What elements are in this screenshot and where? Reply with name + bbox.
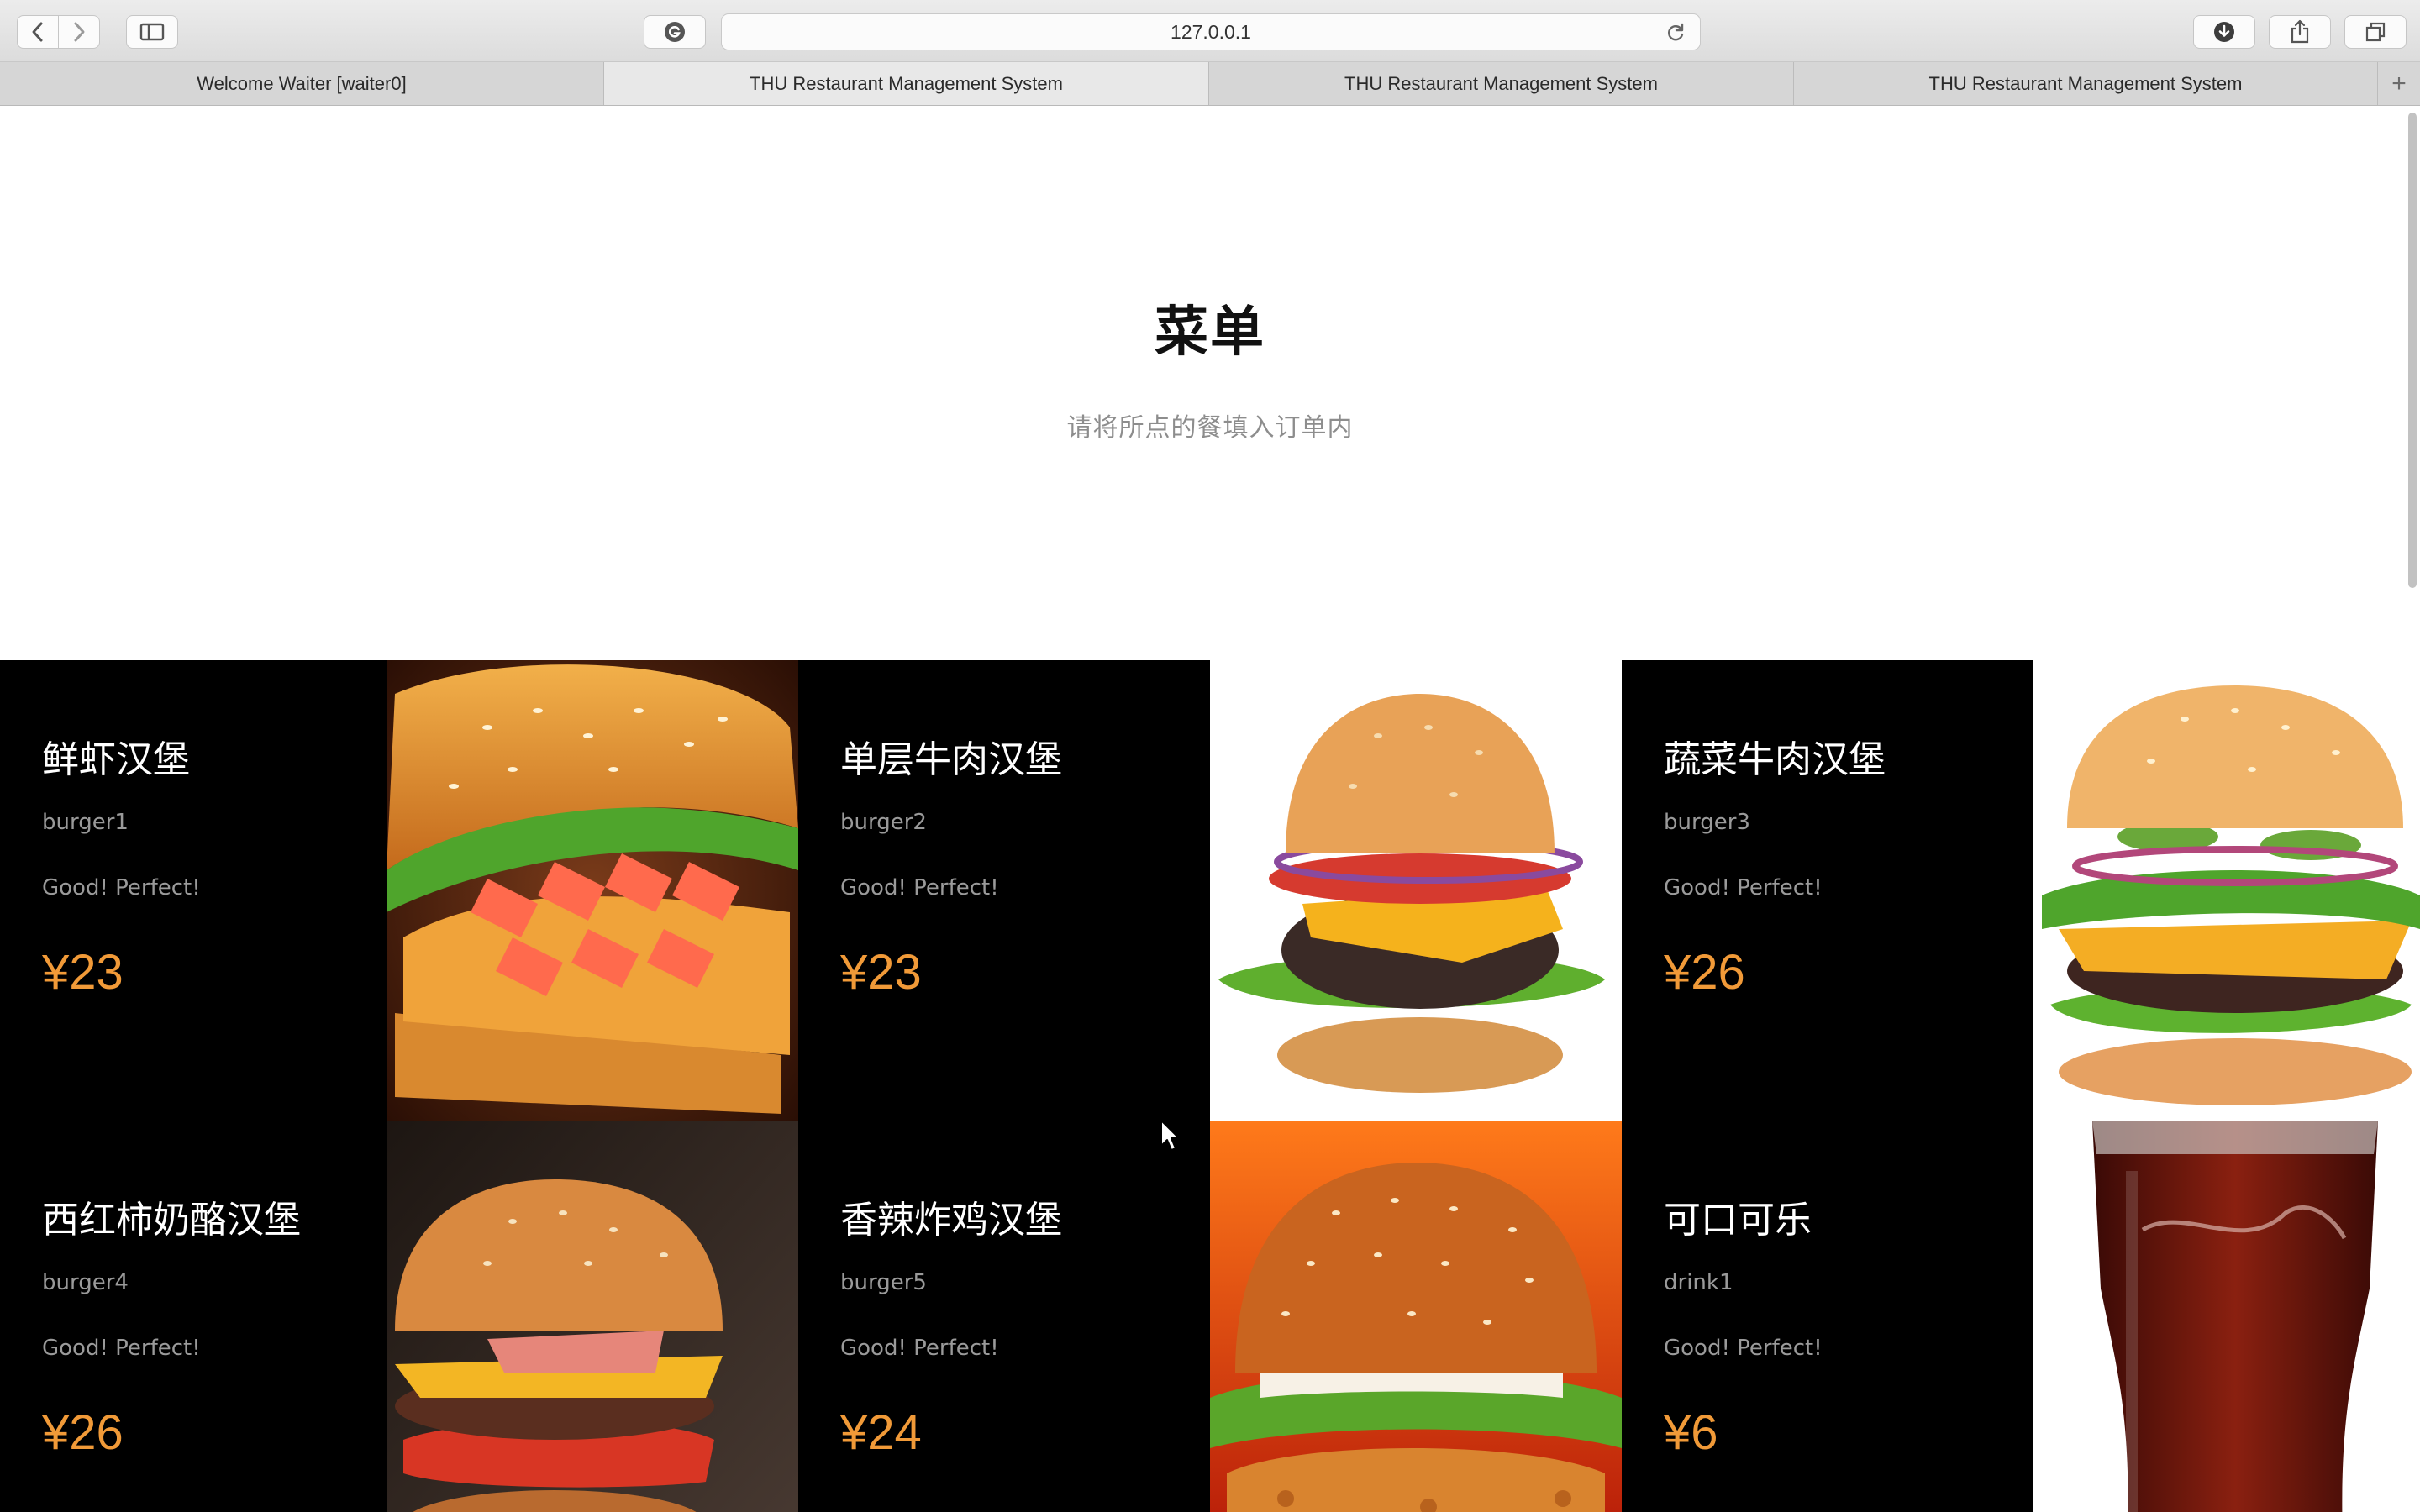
menu-item-name: 蔬菜牛肉汉堡 <box>1664 738 1886 781</box>
tab-label: THU Restaurant Management System <box>1928 72 2243 94</box>
menu-item-name: 西红柿奶酪汉堡 <box>42 1199 301 1242</box>
menu-item-code: burger5 <box>840 1270 927 1295</box>
page-title: 菜单 <box>1155 302 1265 364</box>
beef-burger-image <box>1210 660 1622 1121</box>
share-icon <box>2291 19 2309 44</box>
tabs-icon <box>2365 22 2386 42</box>
mouse-cursor-icon <box>1160 1120 1180 1151</box>
tab-label: THU Restaurant Management System <box>750 72 1063 94</box>
downloads-button[interactable] <box>2193 15 2255 49</box>
menu-item-info: 蔬菜牛肉汉堡 burger3 Good! Perfect! ¥26 <box>1622 660 2033 1121</box>
menu-item-info: 单层牛肉汉堡 burger2 Good! Perfect! ¥23 <box>798 660 1210 1121</box>
vegetable-burger-image <box>2033 660 2420 1121</box>
tab-restaurant-2[interactable]: THU Restaurant Management System <box>1209 62 1794 105</box>
menu-item-code: drink1 <box>1664 1270 1733 1295</box>
tab-restaurant-3[interactable]: THU Restaurant Management System <box>1794 62 2378 105</box>
menu-item-price: ¥24 <box>840 1405 922 1460</box>
menu-item-card[interactable]: 可口可乐 drink1 Good! Perfect! ¥6 <box>1622 1121 2420 1512</box>
reload-icon[interactable] <box>1665 22 1686 44</box>
menu-item-name: 香辣炸鸡汉堡 <box>840 1199 1062 1242</box>
download-icon <box>2214 22 2234 42</box>
menu-item-description: Good! Perfect! <box>42 875 201 900</box>
tab-restaurant-active[interactable]: THU Restaurant Management System <box>604 62 1209 105</box>
menu-item-description: Good! Perfect! <box>42 1336 201 1361</box>
plus-icon: + <box>2391 69 2407 97</box>
menu-item-description: Good! Perfect! <box>1664 875 1823 900</box>
menu-item-description: Good! Perfect! <box>840 875 999 900</box>
chevron-left-icon <box>32 22 43 42</box>
chevron-right-icon <box>74 22 85 42</box>
menu-item-price: ¥26 <box>1664 945 1745 1000</box>
menu-item-card[interactable]: 鲜虾汉堡 burger1 Good! Perfect! ¥23 <box>0 660 807 1121</box>
forward-button[interactable] <box>58 15 100 49</box>
browser-toolbar: 127.0.0.1 <box>0 0 2420 62</box>
menu-item-code: burger1 <box>42 810 129 835</box>
menu-grid: 鲜虾汉堡 burger1 Good! Perfect! ¥23 单层牛肉汉堡 b… <box>0 660 2420 1512</box>
menu-item-info: 鲜虾汉堡 burger1 Good! Perfect! ¥23 <box>0 660 387 1121</box>
cola-glass-image <box>2033 1121 2420 1512</box>
shrimp-burger-image <box>387 660 798 1121</box>
menu-item-price: ¥23 <box>840 945 922 1000</box>
chicken-burger-image <box>1210 1121 1622 1512</box>
grammarly-icon <box>665 22 685 42</box>
url-text: 127.0.0.1 <box>1171 20 1251 43</box>
menu-item-price: ¥6 <box>1664 1405 1718 1460</box>
menu-item-code: burger4 <box>42 1270 129 1295</box>
back-button[interactable] <box>17 15 59 49</box>
tab-label: THU Restaurant Management System <box>1344 72 1658 94</box>
new-tab-button[interactable]: + <box>2378 62 2420 105</box>
sidebar-icon <box>139 23 165 41</box>
menu-item-name: 单层牛肉汉堡 <box>840 738 1062 781</box>
menu-item-info: 可口可乐 drink1 Good! Perfect! ¥6 <box>1622 1121 2033 1512</box>
extension-button[interactable] <box>644 15 706 49</box>
sidebar-toggle-button[interactable] <box>126 15 178 49</box>
address-bar[interactable]: 127.0.0.1 <box>721 13 1701 50</box>
menu-item-info: 西红柿奶酪汉堡 burger4 Good! Perfect! ¥26 <box>0 1121 387 1512</box>
page-content: 菜单 请将所点的餐填入订单内 鲜虾汉堡 burger1 Good! Perfec… <box>0 106 2420 1512</box>
menu-item-card[interactable]: 香辣炸鸡汉堡 burger5 Good! Perfect! ¥24 <box>798 1121 1622 1512</box>
tab-bar: Welcome Waiter [waiter0] THU Restaurant … <box>0 62 2420 106</box>
menu-item-card[interactable]: 西红柿奶酪汉堡 burger4 Good! Perfect! ¥26 <box>0 1121 807 1512</box>
page-subtitle: 请将所点的餐填入订单内 <box>1066 413 1354 443</box>
tab-overview-button[interactable] <box>2344 15 2407 49</box>
menu-item-price: ¥26 <box>42 1405 124 1460</box>
tomato-cheese-burger-image <box>387 1121 798 1512</box>
menu-item-price: ¥23 <box>42 945 124 1000</box>
menu-item-code: burger2 <box>840 810 927 835</box>
menu-item-card[interactable]: 蔬菜牛肉汉堡 burger3 Good! Perfect! ¥26 <box>1622 660 2420 1121</box>
menu-item-info: 香辣炸鸡汉堡 burger5 Good! Perfect! ¥24 <box>798 1121 1210 1512</box>
menu-item-card[interactable]: 单层牛肉汉堡 burger2 Good! Perfect! ¥23 <box>798 660 1622 1121</box>
menu-item-name: 可口可乐 <box>1664 1199 1812 1242</box>
share-button[interactable] <box>2269 15 2331 49</box>
menu-item-name: 鲜虾汉堡 <box>42 738 190 781</box>
tab-welcome-waiter[interactable]: Welcome Waiter [waiter0] <box>0 62 604 105</box>
tab-label: Welcome Waiter [waiter0] <box>197 72 407 94</box>
menu-item-description: Good! Perfect! <box>840 1336 999 1361</box>
menu-item-code: burger3 <box>1664 810 1750 835</box>
menu-item-description: Good! Perfect! <box>1664 1336 1823 1361</box>
